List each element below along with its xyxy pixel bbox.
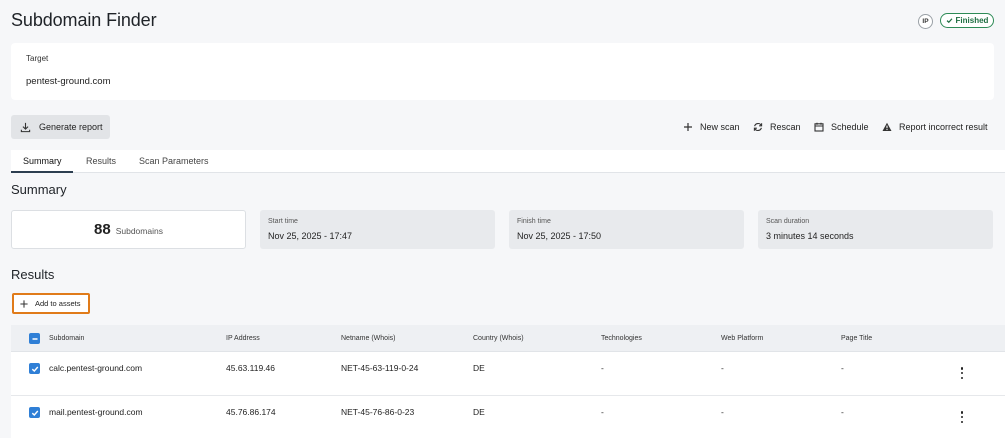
select-all-checkbox[interactable] (29, 333, 40, 344)
tab-results[interactable]: Results (86, 156, 116, 166)
new-scan-button[interactable]: New scan (683, 120, 740, 134)
refresh-icon (753, 122, 763, 132)
start-time-card: Start time Nov 25, 2025 - 17:47 (260, 210, 495, 249)
more-vertical-icon[interactable] (959, 411, 965, 423)
table-row[interactable]: calc.pentest-ground.com 45.63.119.46 NET… (11, 352, 1005, 396)
row-checkbox[interactable] (29, 363, 40, 374)
download-icon (20, 122, 31, 132)
cell-ip: 45.76.86.174 (226, 407, 276, 417)
tab-summary[interactable]: Summary (23, 156, 62, 166)
generate-report-label: Generate report (39, 122, 103, 132)
results-heading: Results (11, 267, 55, 282)
table-row[interactable]: mail.pentest-ground.com 45.76.86.174 NET… (11, 396, 1005, 438)
cell-web-platform: - (721, 407, 724, 417)
row-checkbox[interactable] (29, 407, 40, 418)
start-time-value: Nov 25, 2025 - 17:47 (268, 231, 353, 241)
minus-icon (32, 337, 37, 340)
calendar-icon (814, 122, 824, 132)
cell-page-title: - (841, 363, 844, 373)
check-icon (31, 366, 38, 372)
target-value: pentest-ground.com (26, 76, 111, 87)
tab-scan-parameters[interactable]: Scan Parameters (139, 156, 209, 166)
ip-badge[interactable]: IP (918, 14, 933, 29)
new-scan-label: New scan (700, 122, 740, 132)
schedule-label: Schedule (831, 122, 869, 132)
finish-time-label: Finish time (517, 218, 551, 225)
active-tab-indicator (11, 171, 73, 173)
report-incorrect-button[interactable]: Report incorrect result (882, 120, 988, 134)
finish-time-card: Finish time Nov 25, 2025 - 17:50 (509, 210, 744, 249)
column-web-platform[interactable]: Web Platform (721, 335, 763, 342)
cell-page-title: - (841, 407, 844, 417)
cell-country: DE (473, 407, 485, 417)
cell-technologies: - (601, 363, 604, 373)
warning-icon (882, 122, 892, 131)
subdomain-count-card: 88 Subdomains (11, 210, 246, 249)
scan-duration-label: Scan duration (766, 218, 810, 225)
check-icon (31, 410, 38, 416)
page-title: Subdomain Finder (11, 10, 157, 30)
column-ip-address[interactable]: IP Address (226, 335, 260, 342)
cell-subdomain: calc.pentest-ground.com (49, 363, 143, 373)
cell-netname: NET-45-63-119-0-24 (341, 363, 419, 373)
finish-time-value: Nov 25, 2025 - 17:50 (517, 231, 602, 241)
status-badge: Finished (940, 13, 994, 28)
cell-subdomain: mail.pentest-ground.com (49, 407, 143, 417)
cell-web-platform: - (721, 363, 724, 373)
add-to-assets-button[interactable]: Add to assets (12, 293, 90, 314)
cell-netname: NET-45-76-86-0-23 (341, 407, 415, 417)
subdomain-count-label: Subdomains (115, 225, 163, 236)
column-page-title[interactable]: Page Title (841, 335, 872, 342)
plus-icon (684, 123, 692, 131)
target-card: Target pentest-ground.com (11, 43, 994, 100)
plus-icon (20, 299, 28, 308)
table-header: Subdomain IP Address Netname (Whois) Cou… (11, 325, 1005, 352)
rescan-label: Rescan (770, 122, 801, 132)
schedule-button[interactable]: Schedule (814, 120, 869, 134)
report-incorrect-label: Report incorrect result (899, 122, 988, 132)
column-country[interactable]: Country (Whois) (473, 335, 524, 342)
status-label: Finished (955, 16, 989, 25)
rescan-button[interactable]: Rescan (753, 120, 801, 134)
column-technologies[interactable]: Technologies (601, 335, 642, 342)
scan-duration-value: 3 minutes 14 seconds (766, 231, 854, 241)
more-vertical-icon[interactable] (959, 367, 965, 379)
cell-ip: 45.63.119.46 (226, 363, 275, 373)
results-table: Subdomain IP Address Netname (Whois) Cou… (11, 325, 1005, 438)
start-time-label: Start time (268, 218, 298, 225)
scan-duration-card: Scan duration 3 minutes 14 seconds (758, 210, 993, 249)
target-label: Target (26, 54, 49, 63)
summary-heading: Summary (11, 182, 67, 197)
column-netname[interactable]: Netname (Whois) (341, 335, 395, 342)
add-to-assets-label: Add to assets (35, 299, 81, 308)
check-icon (946, 18, 952, 24)
cell-technologies: - (601, 407, 604, 417)
generate-report-button[interactable]: Generate report (11, 115, 110, 139)
subdomain-count: 88 (94, 221, 111, 238)
cell-country: DE (473, 363, 485, 373)
column-subdomain[interactable]: Subdomain (49, 335, 84, 342)
tab-bar: Summary Results Scan Parameters (11, 150, 1005, 173)
